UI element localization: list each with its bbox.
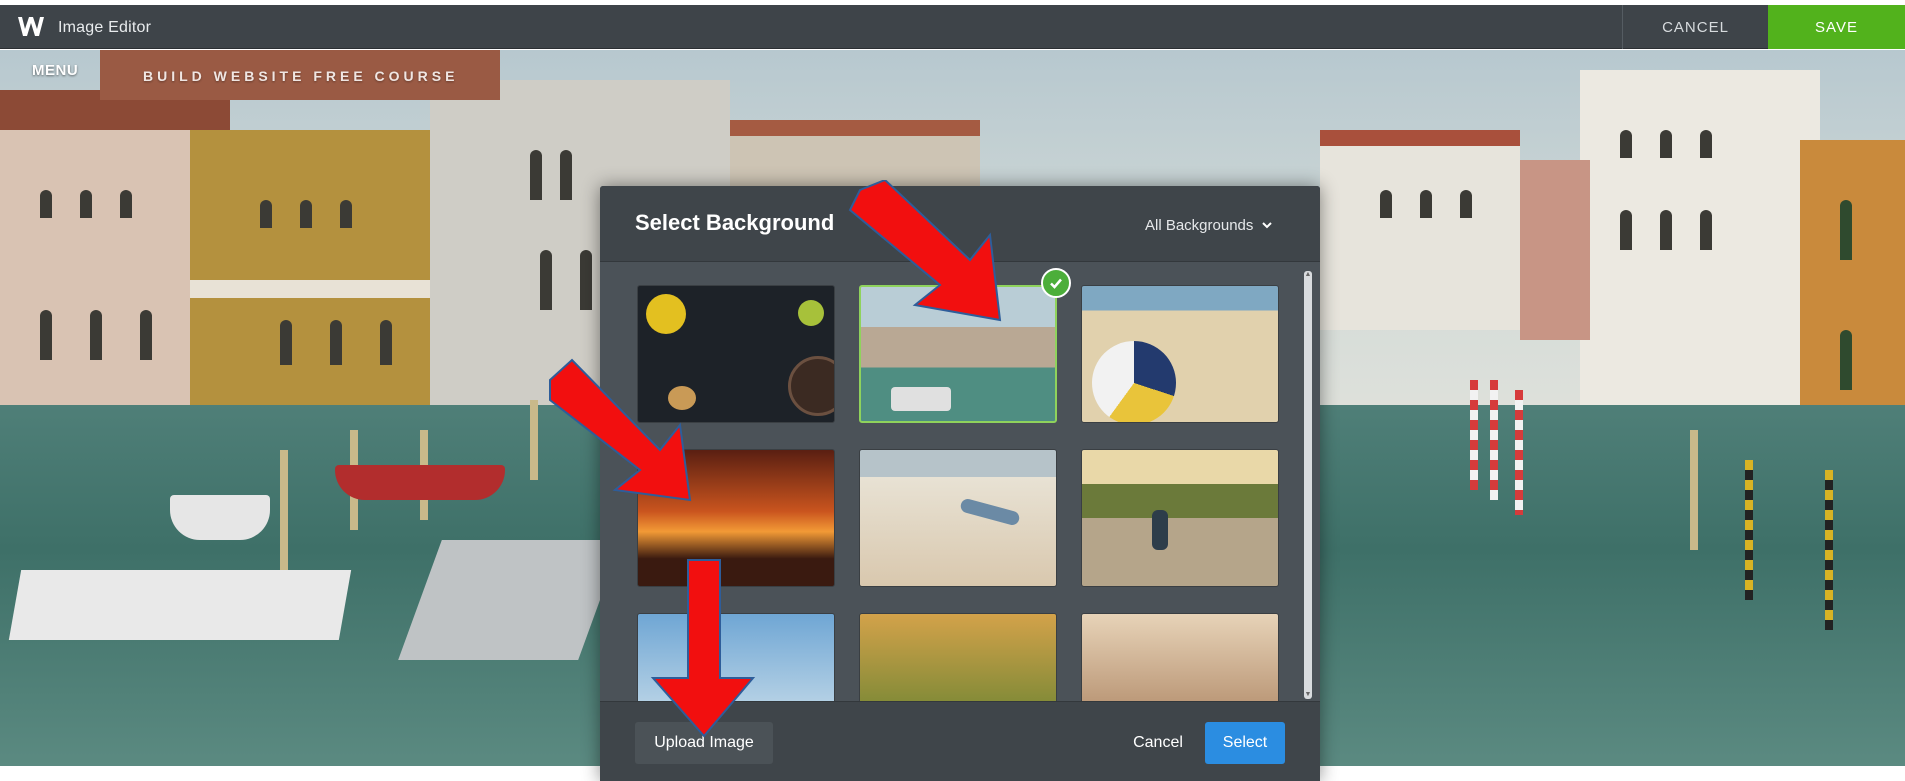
red-arrow-to-upload-button	[650, 559, 756, 738]
selected-check-icon	[1041, 268, 1071, 298]
red-arrow-to-selected-thumbnail	[848, 180, 1002, 322]
striped-pole	[1470, 380, 1478, 490]
window	[1660, 130, 1672, 158]
window	[260, 200, 272, 228]
thumbnail-cyclist-road[interactable]	[1081, 449, 1279, 587]
thumbnail-mountain-biker[interactable]	[859, 613, 1057, 701]
window	[1840, 200, 1852, 260]
window	[300, 200, 312, 228]
window	[560, 150, 572, 200]
scroll-up-icon[interactable]: ▲	[1304, 271, 1312, 279]
bowl-shape	[788, 356, 834, 416]
app-title: Image Editor	[58, 19, 152, 36]
lemon-shape	[646, 294, 686, 334]
window	[1420, 190, 1432, 218]
grid-scrollbar[interactable]: ▲ ▼	[1304, 271, 1312, 699]
window	[40, 190, 52, 218]
window	[120, 190, 132, 218]
window	[280, 320, 292, 365]
window	[540, 250, 552, 310]
yellow-pole	[1745, 460, 1753, 600]
window	[340, 200, 352, 228]
dialog-select-button[interactable]: Select	[1205, 722, 1285, 764]
window	[1840, 330, 1852, 390]
dialog-cancel-button[interactable]: Cancel	[1123, 726, 1193, 760]
window	[90, 310, 102, 360]
mooring-pole	[530, 400, 538, 480]
right-building-white-roof	[1320, 130, 1520, 146]
window	[140, 310, 152, 360]
toolbar-cancel-button[interactable]: CANCEL	[1622, 5, 1768, 49]
window	[580, 250, 592, 310]
window	[80, 190, 92, 218]
striped-pole	[1490, 380, 1498, 500]
striped-pole	[1515, 390, 1523, 515]
cyclist-shape	[1152, 510, 1168, 550]
window	[1700, 210, 1712, 250]
chevron-down-icon	[1262, 222, 1273, 229]
window	[1460, 190, 1472, 218]
background-filter-label: All Backgrounds	[1145, 216, 1254, 234]
window	[1700, 130, 1712, 158]
thumbnail-biker-rocks[interactable]	[1081, 613, 1279, 701]
dock-roof	[8, 570, 352, 640]
site-menu-link[interactable]: MENU	[32, 62, 78, 79]
thumbnail-swing-beach[interactable]	[859, 449, 1057, 587]
editor-toolbar: Image Editor CANCEL SAVE	[0, 5, 1905, 49]
boat	[170, 495, 270, 540]
right-building-pink	[1520, 160, 1590, 340]
window	[380, 320, 392, 365]
window	[530, 150, 542, 200]
boat-shape	[891, 387, 951, 411]
lime-shape	[798, 300, 824, 326]
window	[1380, 190, 1392, 218]
boat	[335, 465, 505, 500]
scroll-down-icon[interactable]: ▼	[1304, 691, 1312, 699]
swing-person-shape	[959, 497, 1021, 527]
far-building-roof	[730, 120, 980, 136]
left-building-white-top	[190, 280, 465, 298]
yellow-pole	[1825, 470, 1833, 630]
window	[330, 320, 342, 365]
mooring-pole	[1690, 430, 1698, 550]
weebly-logo-icon[interactable]	[16, 14, 46, 40]
site-title: BUILD WEBSITE FREE COURSE	[143, 68, 459, 84]
right-building-white	[1320, 140, 1520, 330]
volleyball-shape	[1092, 341, 1176, 422]
thumbnail-volleyball[interactable]	[1081, 285, 1279, 423]
window	[1620, 130, 1632, 158]
red-arrow-to-sunset-thumbnail	[549, 358, 692, 502]
window	[40, 310, 52, 360]
mooring-pole	[280, 450, 288, 580]
window	[1620, 210, 1632, 250]
toolbar-save-button[interactable]: SAVE	[1768, 5, 1905, 49]
window	[1660, 210, 1672, 250]
dialog-title: Select Background	[635, 210, 835, 235]
background-filter-dropdown[interactable]: All Backgrounds	[1135, 211, 1295, 239]
